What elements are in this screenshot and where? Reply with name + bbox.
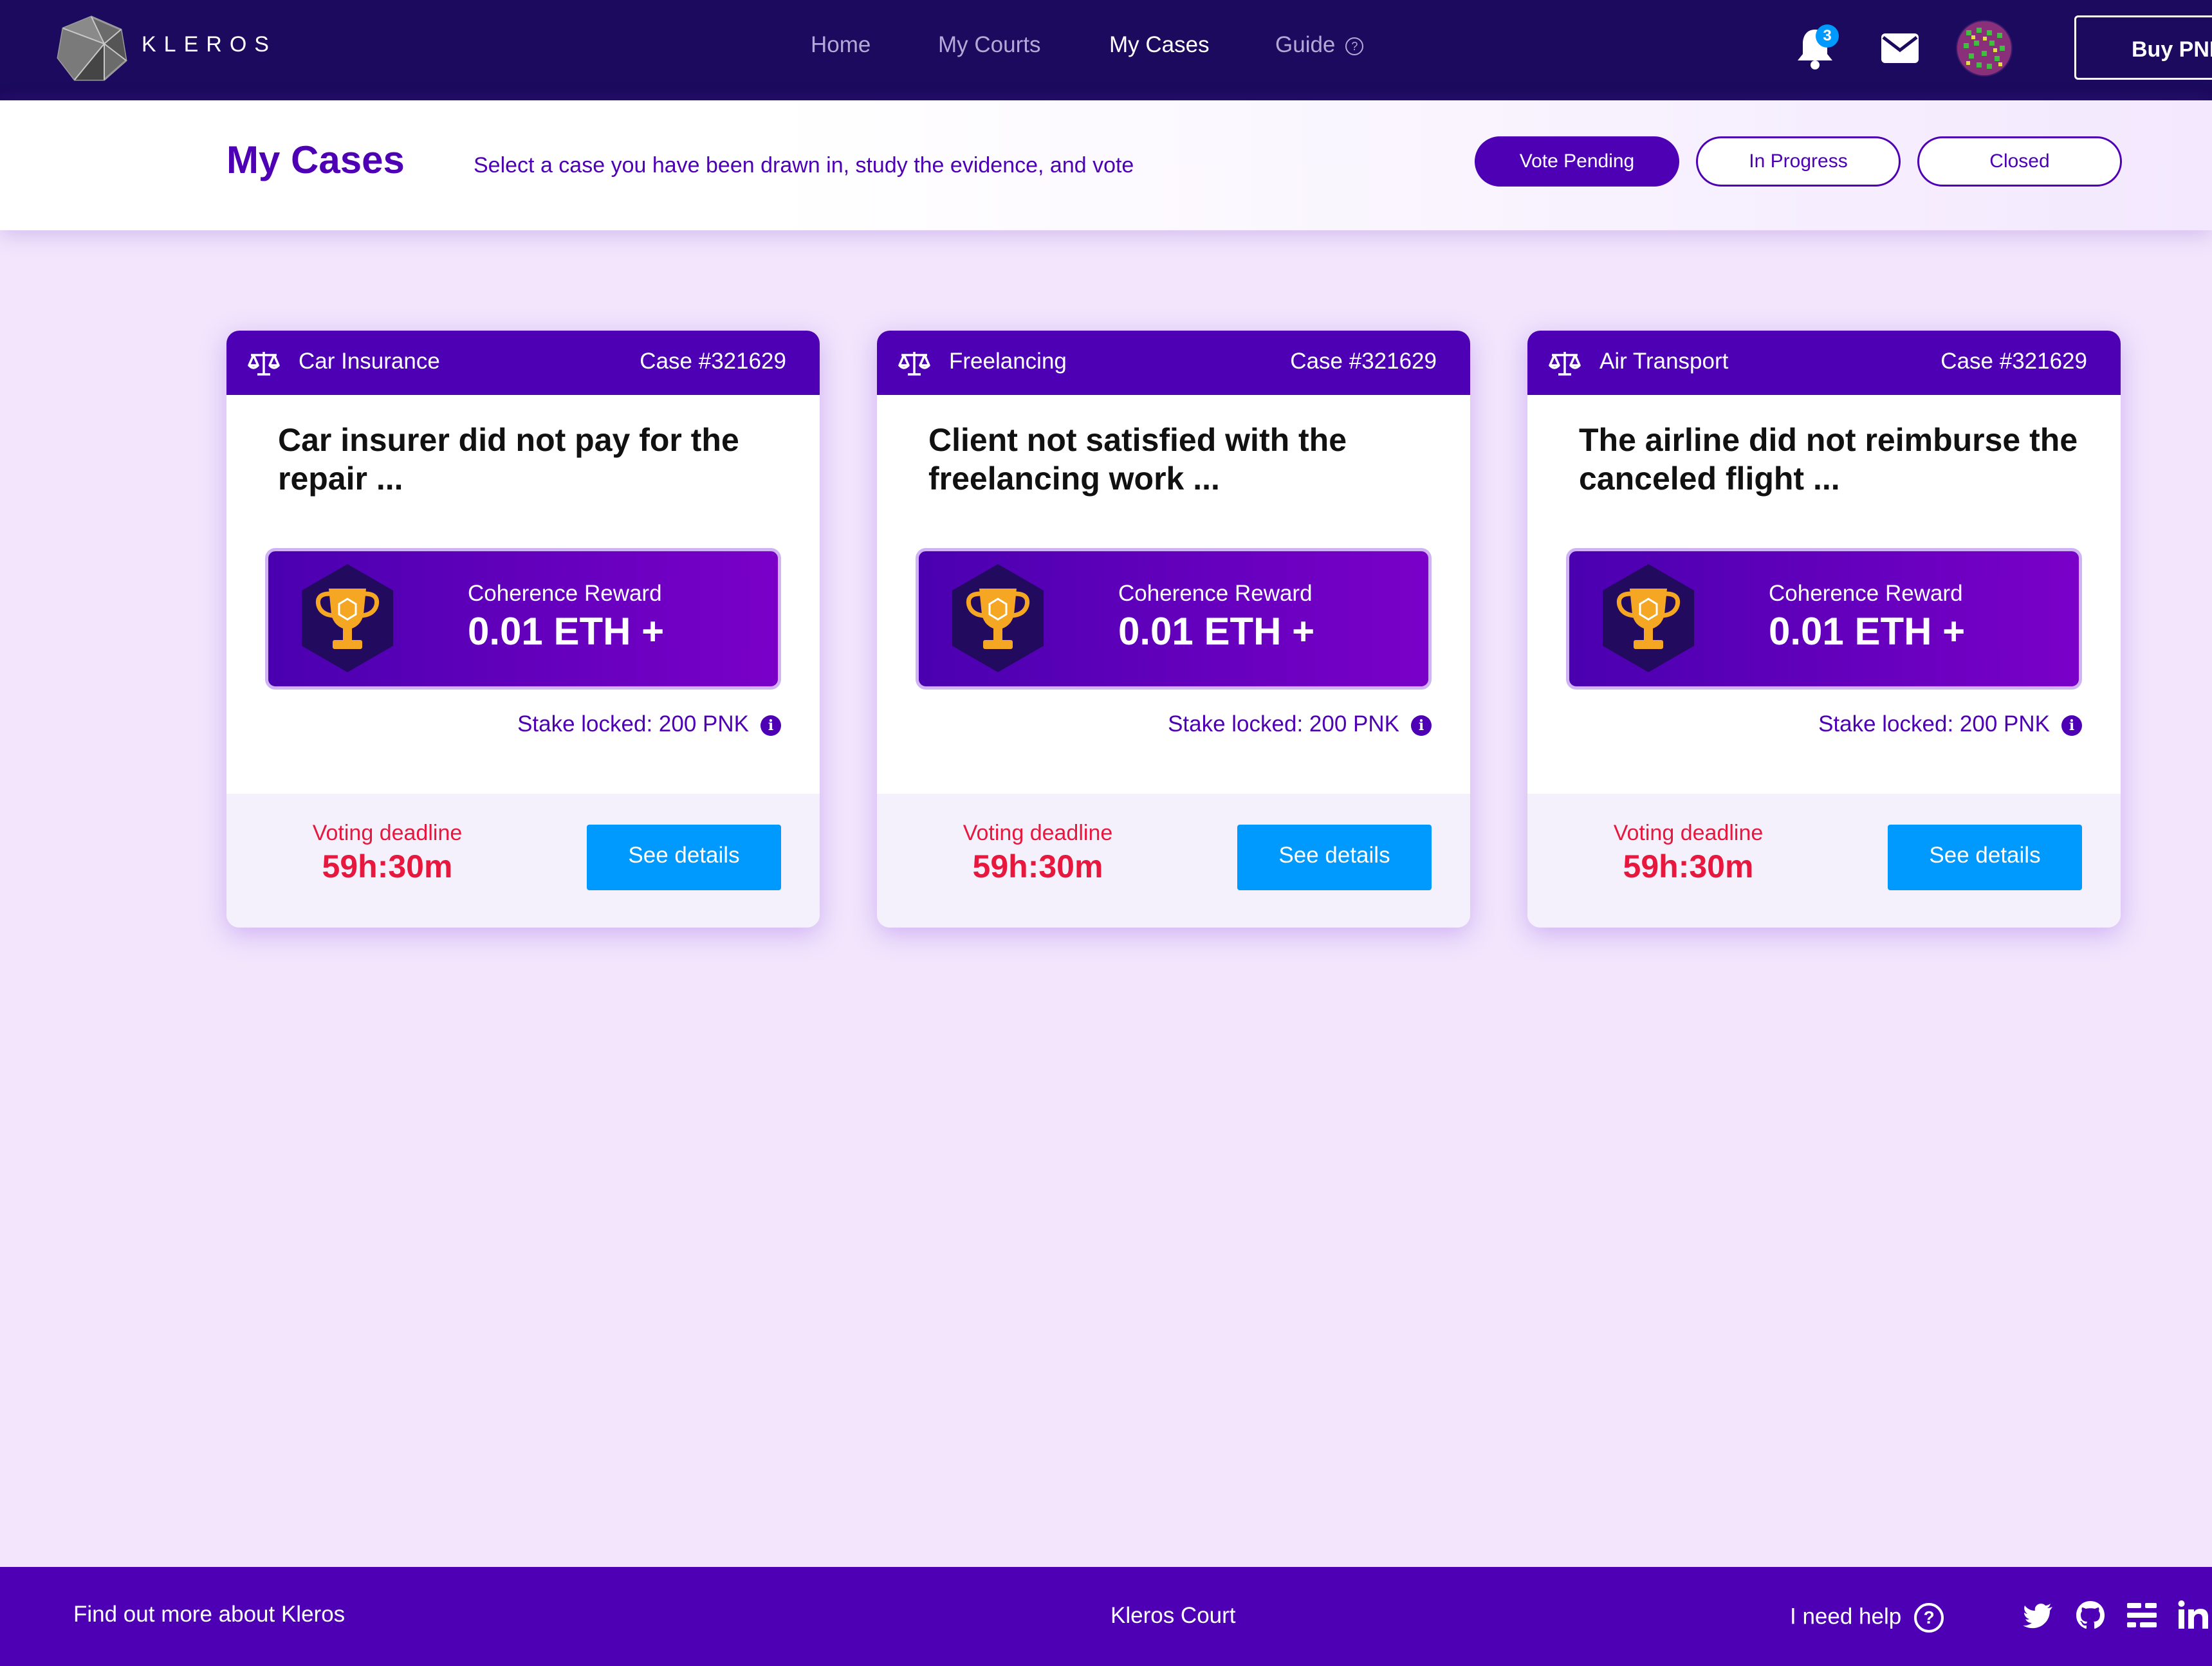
deadline-label: Voting deadline — [963, 821, 1113, 845]
coherence-reward-box: Coherence Reward 0.01 ETH + — [265, 548, 781, 690]
help-circle-icon: ? — [1914, 1603, 1944, 1633]
case-card-header: Freelancing Case #321629 — [877, 331, 1470, 395]
stake-locked: Stake locked: 200 PNK i — [517, 711, 781, 737]
twitter-icon[interactable] — [2023, 1599, 2055, 1631]
reward-label: Coherence Reward — [1769, 581, 1963, 606]
reward-value: 0.01 ETH + — [468, 610, 665, 653]
stake-locked: Stake locked: 200 PNK i — [1168, 711, 1432, 737]
github-icon[interactable] — [2074, 1599, 2106, 1631]
nav-home[interactable]: Home — [811, 32, 871, 58]
stake-text: Stake locked: 200 PNK — [517, 711, 749, 737]
notification-count-badge: 3 — [1816, 24, 1839, 48]
see-details-button[interactable]: See details — [1237, 825, 1432, 890]
nav-my-cases[interactable]: My Cases — [1109, 32, 1210, 58]
trophy-icon — [1603, 564, 1694, 672]
case-title: Car insurer did not pay for the repair .… — [278, 422, 739, 497]
case-card: Car Insurance Case #321629 Car insurer d… — [226, 331, 820, 928]
info-icon[interactable]: i — [2061, 715, 2082, 736]
reward-label: Coherence Reward — [468, 581, 662, 606]
case-title: Client not satisfied with the freelancin… — [928, 422, 1347, 497]
filter-vote-pending[interactable]: Vote Pending — [1475, 136, 1679, 187]
reward-label: Coherence Reward — [1118, 581, 1313, 606]
footer-about-link[interactable]: Find out more about Kleros — [73, 1602, 345, 1627]
blog-icon[interactable] — [2126, 1599, 2158, 1631]
page-header: My Cases Select a case you have been dra… — [0, 100, 2212, 230]
stake-text: Stake locked: 200 PNK — [1818, 711, 2050, 737]
nav-guide-label: Guide — [1275, 32, 1336, 57]
nav-guide[interactable]: Guide? — [1275, 32, 1364, 58]
court-name: Freelancing — [949, 349, 1067, 374]
case-title: The airline did not reimburse the cancel… — [1579, 422, 2078, 497]
coherence-reward-box: Coherence Reward 0.01 ETH + — [916, 548, 1432, 690]
avatar-pattern-icon — [1957, 21, 2011, 75]
mail-icon[interactable] — [1881, 33, 1919, 63]
filter-closed[interactable]: Closed — [1917, 136, 2122, 187]
stake-text: Stake locked: 200 PNK — [1168, 711, 1399, 737]
footer: Find out more about Kleros Kleros Court … — [0, 1567, 2212, 1666]
trophy-icon — [952, 564, 1044, 672]
scale-icon — [248, 352, 280, 376]
see-details-button[interactable]: See details — [587, 825, 781, 890]
case-card-header: Air Transport Case #321629 — [1527, 331, 2121, 395]
reward-value: 0.01 ETH + — [1769, 610, 1966, 653]
scale-icon — [1549, 352, 1581, 376]
footer-court-link[interactable]: Kleros Court — [1111, 1603, 1236, 1629]
case-card-footer: Voting deadline 59h:30m See details — [1527, 794, 2121, 928]
filter-in-progress[interactable]: In Progress — [1696, 136, 1901, 187]
kleros-logo-icon[interactable] — [55, 15, 127, 82]
reward-value: 0.01 ETH + — [1118, 610, 1315, 653]
case-card: Freelancing Case #321629 Client not sati… — [877, 331, 1470, 928]
case-card: Air Transport Case #321629 The airline d… — [1527, 331, 2121, 928]
help-circle-icon: ? — [1345, 37, 1364, 55]
top-navbar: KLEROS Home My Courts My Cases Guide? 3 — [0, 0, 2212, 100]
help-label: I need help — [1790, 1604, 1902, 1629]
see-details-button[interactable]: See details — [1888, 825, 2082, 890]
nav-my-courts[interactable]: My Courts — [938, 32, 1040, 58]
deadline-label: Voting deadline — [1613, 821, 1764, 845]
case-number: Case #321629 — [1290, 349, 1437, 374]
court-name: Air Transport — [1599, 349, 1729, 374]
user-avatar[interactable] — [1957, 21, 2011, 75]
stake-locked: Stake locked: 200 PNK i — [1818, 711, 2082, 737]
info-icon[interactable]: i — [760, 715, 781, 736]
page-subtitle: Select a case you have been drawn in, st… — [474, 153, 1134, 178]
court-name: Car Insurance — [299, 349, 440, 374]
deadline-value: 59h:30m — [322, 848, 453, 884]
deadline-value: 59h:30m — [1623, 848, 1754, 884]
coherence-reward-box: Coherence Reward 0.01 ETH + — [1566, 548, 2082, 690]
trophy-icon — [302, 564, 393, 672]
case-card-footer: Voting deadline 59h:30m See details — [877, 794, 1470, 928]
case-number: Case #321629 — [1940, 349, 2087, 374]
case-number: Case #321629 — [640, 349, 786, 374]
linkedin-icon[interactable] — [2177, 1599, 2209, 1631]
scale-icon — [898, 352, 930, 376]
case-card-header: Car Insurance Case #321629 — [226, 331, 820, 395]
case-card-footer: Voting deadline 59h:30m See details — [226, 794, 820, 928]
buy-pnk-button[interactable]: Buy PNK — [2074, 15, 2212, 80]
info-icon[interactable]: i — [1411, 715, 1432, 736]
deadline-label: Voting deadline — [312, 821, 463, 845]
page-title: My Cases — [226, 138, 405, 181]
help-link[interactable]: I need help? — [1790, 1603, 1944, 1633]
deadline-value: 59h:30m — [972, 848, 1103, 884]
brand-name[interactable]: KLEROS — [142, 32, 277, 57]
